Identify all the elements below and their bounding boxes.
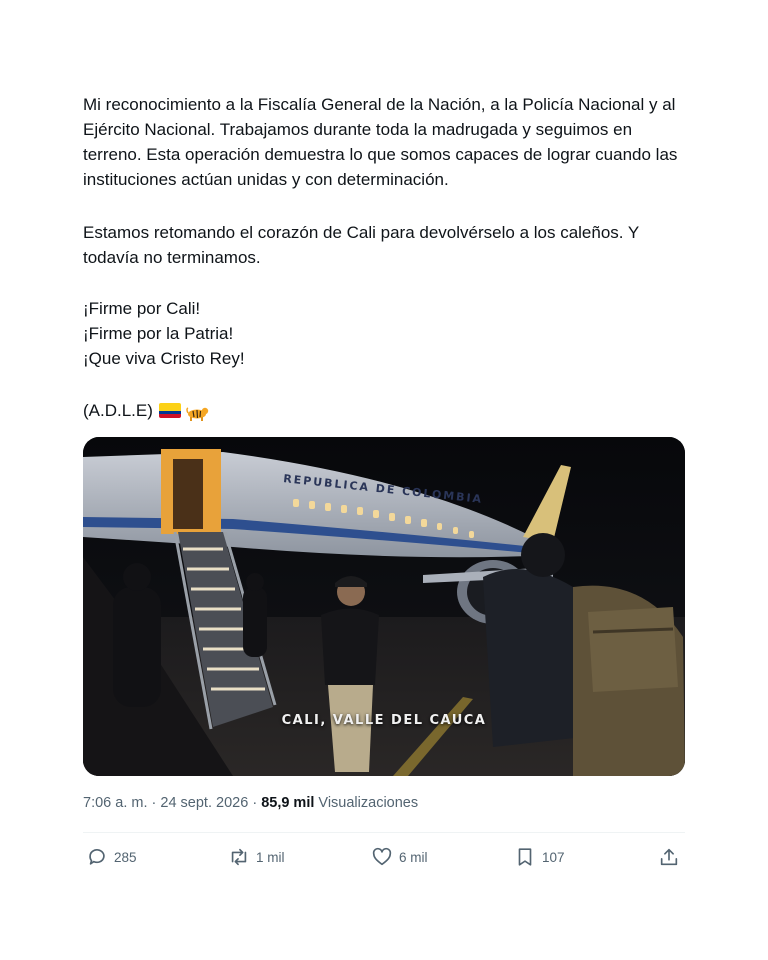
repost-count: 1 mil [256,849,285,865]
reply-count: 285 [114,849,137,865]
slogan-line: ¡Firme por la Patria! [83,324,234,343]
repost-button[interactable]: 1 mil [228,846,285,868]
tweet-actions: 285 1 mil 6 mil 107 [86,846,684,872]
slogan-line: ¡Que viva Cristo Rey! [83,349,245,368]
signature-text: (A.D.L.E) [83,401,153,420]
tweet-meta: 7:06 a. m. · 24 sept. 2026 · 85,9 mil Vi… [83,795,418,811]
heart-icon [372,847,392,866]
views-count: 85,9 mil [261,795,315,811]
bookmark-button[interactable]: 107 [514,846,565,868]
tweet-paragraph: Estamos retomando el corazón de Cali par… [83,223,639,267]
like-button[interactable]: 6 mil [371,846,428,868]
video-caption: CALI, VALLE DEL CAUCA [281,713,487,728]
bookmark-icon [518,848,532,866]
tweet-time[interactable]: 7:06 a. m. [83,795,147,811]
share-button[interactable] [658,846,680,868]
meta-separator: · [151,795,157,811]
tweet-date[interactable]: 24 sept. 2026 [160,795,248,811]
like-count: 6 mil [399,849,428,865]
bookmark-count: 107 [542,849,565,865]
divider [83,832,685,833]
tweet-paragraph: Mi reconocimiento a la Fiscalía General … [83,95,678,189]
tiger-icon [185,403,209,421]
views-label: Visualizaciones [318,795,419,811]
reply-button[interactable]: 285 [86,846,137,868]
tweet-video[interactable]: REPUBLICA DE COLOMBIA CALI, VALLE DEL CA… [83,437,685,776]
reply-icon [89,849,105,865]
tweet-slogans: ¡Firme por Cali! ¡Firme por la Patria! ¡… [83,296,245,371]
colombia-flag-icon [158,403,181,418]
repost-icon [231,848,247,866]
slogan-line: ¡Firme por Cali! [83,299,201,318]
tweet-signature-line: (A.D.L.E) [83,398,209,423]
meta-separator: · [252,795,258,811]
share-icon [660,848,678,866]
